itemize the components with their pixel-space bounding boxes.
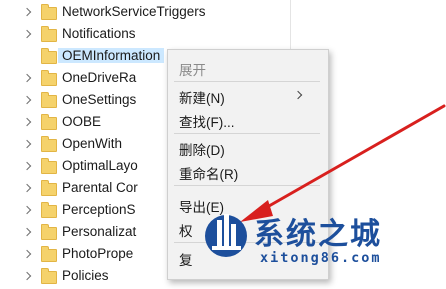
watermark-url: xitong86.com	[260, 250, 382, 266]
city-logo-icon	[205, 214, 247, 257]
watermark-title: 系统之城	[254, 217, 382, 252]
watermark-logo: 系统之城 xitong86.com	[198, 202, 446, 278]
